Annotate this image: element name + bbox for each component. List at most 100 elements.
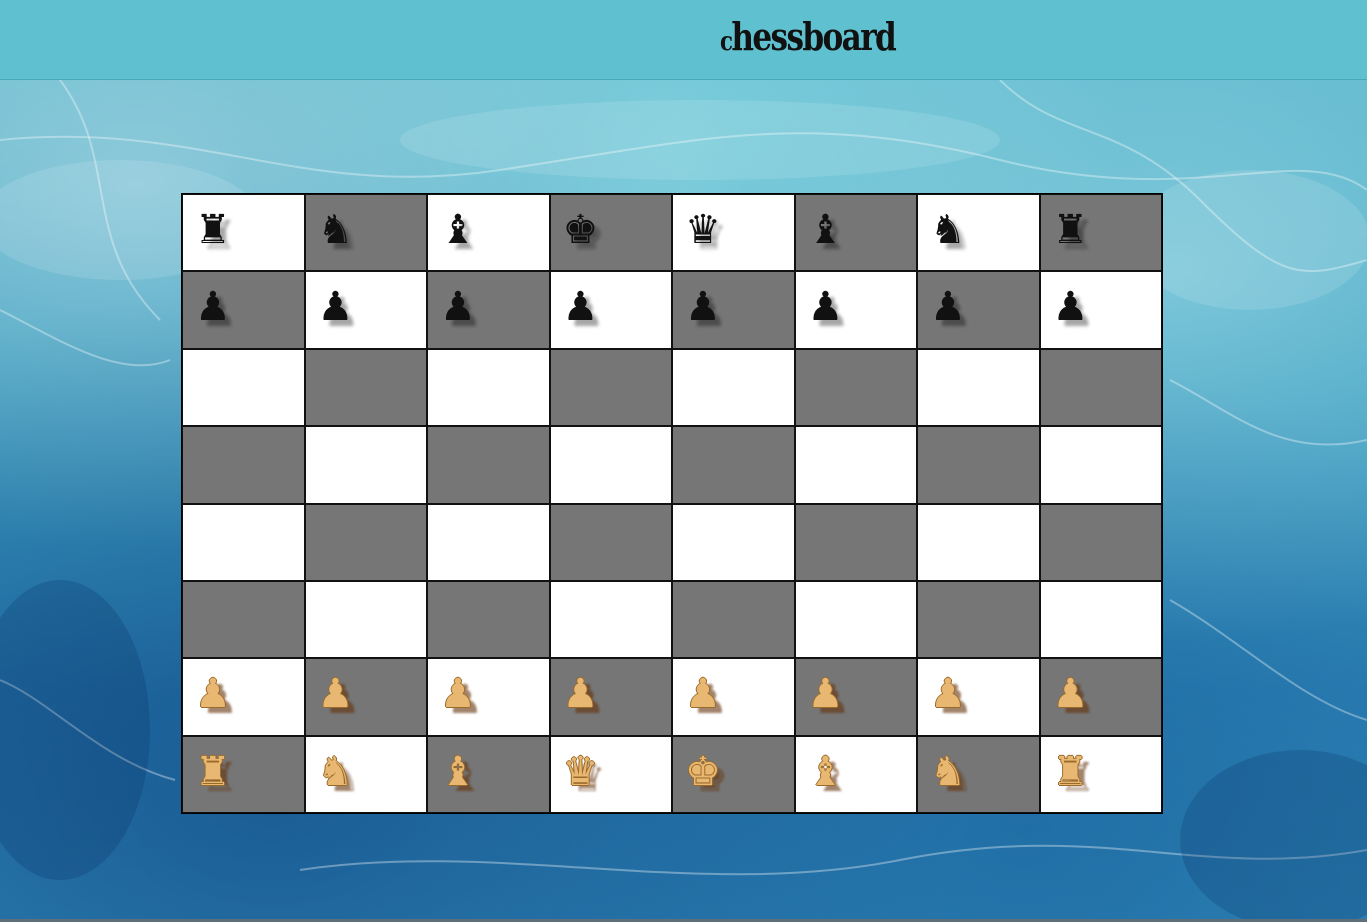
- square-f6[interactable]: [794, 348, 917, 427]
- black-knight-icon[interactable]: ♞: [318, 202, 354, 258]
- square-b1[interactable]: ♞: [304, 735, 427, 813]
- square-c2[interactable]: ♟: [427, 658, 550, 736]
- square-c5[interactable]: [427, 426, 550, 504]
- square-c1[interactable]: ♝: [427, 735, 550, 813]
- title-text: hessboard: [731, 14, 896, 59]
- square-g5[interactable]: [917, 426, 1040, 504]
- square-a2[interactable]: ♟: [182, 658, 305, 736]
- square-g4[interactable]: [917, 503, 1040, 581]
- white-pawn-icon[interactable]: ♟: [685, 666, 721, 722]
- square-a6[interactable]: [182, 348, 305, 427]
- square-g6[interactable]: [917, 348, 1040, 427]
- square-c7[interactable]: ♟: [427, 271, 550, 349]
- square-d8[interactable]: ♚: [549, 194, 672, 272]
- black-pawn-icon[interactable]: ♟: [440, 279, 476, 335]
- square-h7[interactable]: ♟: [1039, 271, 1162, 349]
- square-a4[interactable]: [182, 503, 305, 581]
- square-f2[interactable]: ♟: [794, 658, 917, 736]
- square-b8[interactable]: ♞: [304, 194, 427, 272]
- white-king-icon[interactable]: ♚: [685, 744, 721, 800]
- square-c6[interactable]: [427, 348, 550, 427]
- square-f7[interactable]: ♟: [794, 271, 917, 349]
- square-a8[interactable]: ♜: [182, 194, 305, 272]
- square-d7[interactable]: ♟: [549, 271, 672, 349]
- square-a1[interactable]: ♜: [182, 735, 305, 813]
- white-knight-icon[interactable]: ♞: [318, 744, 354, 800]
- square-d6[interactable]: [549, 348, 672, 427]
- white-pawn-icon[interactable]: ♟: [930, 666, 966, 722]
- white-pawn-icon[interactable]: ♟: [563, 666, 599, 722]
- square-c3[interactable]: [427, 580, 550, 659]
- square-e5[interactable]: [672, 426, 795, 504]
- square-d3[interactable]: [549, 580, 672, 659]
- square-f4[interactable]: [794, 503, 917, 581]
- page-title: chessboard: [720, 12, 897, 62]
- black-bishop-icon[interactable]: ♝: [808, 202, 844, 258]
- square-h1[interactable]: ♜: [1039, 735, 1162, 813]
- square-h4[interactable]: [1039, 503, 1162, 581]
- white-bishop-icon[interactable]: ♝: [440, 744, 476, 800]
- white-bishop-icon[interactable]: ♝: [808, 744, 844, 800]
- square-d5[interactable]: [549, 426, 672, 504]
- black-rook-icon[interactable]: ♜: [1053, 202, 1089, 258]
- black-king-icon[interactable]: ♚: [563, 202, 599, 258]
- white-knight-icon[interactable]: ♞: [930, 744, 966, 800]
- black-pawn-icon[interactable]: ♟: [808, 279, 844, 335]
- square-a5[interactable]: [182, 426, 305, 504]
- square-d4[interactable]: [549, 503, 672, 581]
- square-h2[interactable]: ♟: [1039, 658, 1162, 736]
- black-pawn-icon[interactable]: ♟: [685, 279, 721, 335]
- square-a3[interactable]: [182, 580, 305, 659]
- square-b5[interactable]: [304, 426, 427, 504]
- chessboard: ♜ ♞ ♝ ♚ ♛ ♝ ♞ ♜ ♟ ♟ ♟ ♟ ♟ ♟ ♟ ♟ ♟ ♟ ♟ ♟ ♟ ♟ ♟ ♟ ♜ ♞ ♝ ♛ ♚ ♝ ♞ ♜: [181, 193, 1163, 814]
- square-g2[interactable]: ♟: [917, 658, 1040, 736]
- black-queen-icon[interactable]: ♛: [685, 202, 721, 258]
- black-bishop-icon[interactable]: ♝: [440, 202, 476, 258]
- square-e2[interactable]: ♟: [672, 658, 795, 736]
- white-pawn-icon[interactable]: ♟: [1053, 666, 1089, 722]
- square-a7[interactable]: ♟: [182, 271, 305, 349]
- square-e8[interactable]: ♛: [672, 194, 795, 272]
- square-h6[interactable]: [1039, 348, 1162, 427]
- white-pawn-icon[interactable]: ♟: [318, 666, 354, 722]
- square-f8[interactable]: ♝: [794, 194, 917, 272]
- square-d2[interactable]: ♟: [549, 658, 672, 736]
- white-pawn-icon[interactable]: ♟: [808, 666, 844, 722]
- square-b6[interactable]: [304, 348, 427, 427]
- black-pawn-icon[interactable]: ♟: [195, 279, 231, 335]
- white-rook-icon[interactable]: ♜: [1053, 744, 1089, 800]
- black-pawn-icon[interactable]: ♟: [318, 279, 354, 335]
- square-e4[interactable]: [672, 503, 795, 581]
- square-f5[interactable]: [794, 426, 917, 504]
- square-d1[interactable]: ♛: [549, 735, 672, 813]
- square-f3[interactable]: [794, 580, 917, 659]
- white-queen-icon[interactable]: ♛: [563, 744, 599, 800]
- square-b3[interactable]: [304, 580, 427, 659]
- square-c4[interactable]: [427, 503, 550, 581]
- square-e7[interactable]: ♟: [672, 271, 795, 349]
- square-g3[interactable]: [917, 580, 1040, 659]
- square-h5[interactable]: [1039, 426, 1162, 504]
- square-h3[interactable]: [1039, 580, 1162, 659]
- square-b4[interactable]: [304, 503, 427, 581]
- square-g1[interactable]: ♞: [917, 735, 1040, 813]
- square-e3[interactable]: [672, 580, 795, 659]
- square-c8[interactable]: ♝: [427, 194, 550, 272]
- black-pawn-icon[interactable]: ♟: [930, 279, 966, 335]
- white-pawn-icon[interactable]: ♟: [195, 666, 231, 722]
- black-knight-icon[interactable]: ♞: [930, 202, 966, 258]
- white-rook-icon[interactable]: ♜: [195, 744, 231, 800]
- black-pawn-icon[interactable]: ♟: [563, 279, 599, 335]
- square-b7[interactable]: ♟: [304, 271, 427, 349]
- square-e6[interactable]: [672, 348, 795, 427]
- square-b2[interactable]: ♟: [304, 658, 427, 736]
- square-g7[interactable]: ♟: [917, 271, 1040, 349]
- square-e1[interactable]: ♚: [672, 735, 795, 813]
- square-f1[interactable]: ♝: [794, 735, 917, 813]
- square-h8[interactable]: ♜: [1039, 194, 1162, 272]
- header-bar: chessboard: [0, 0, 1367, 80]
- white-pawn-icon[interactable]: ♟: [440, 666, 476, 722]
- square-g8[interactable]: ♞: [917, 194, 1040, 272]
- black-rook-icon[interactable]: ♜: [195, 202, 231, 258]
- black-pawn-icon[interactable]: ♟: [1053, 279, 1089, 335]
